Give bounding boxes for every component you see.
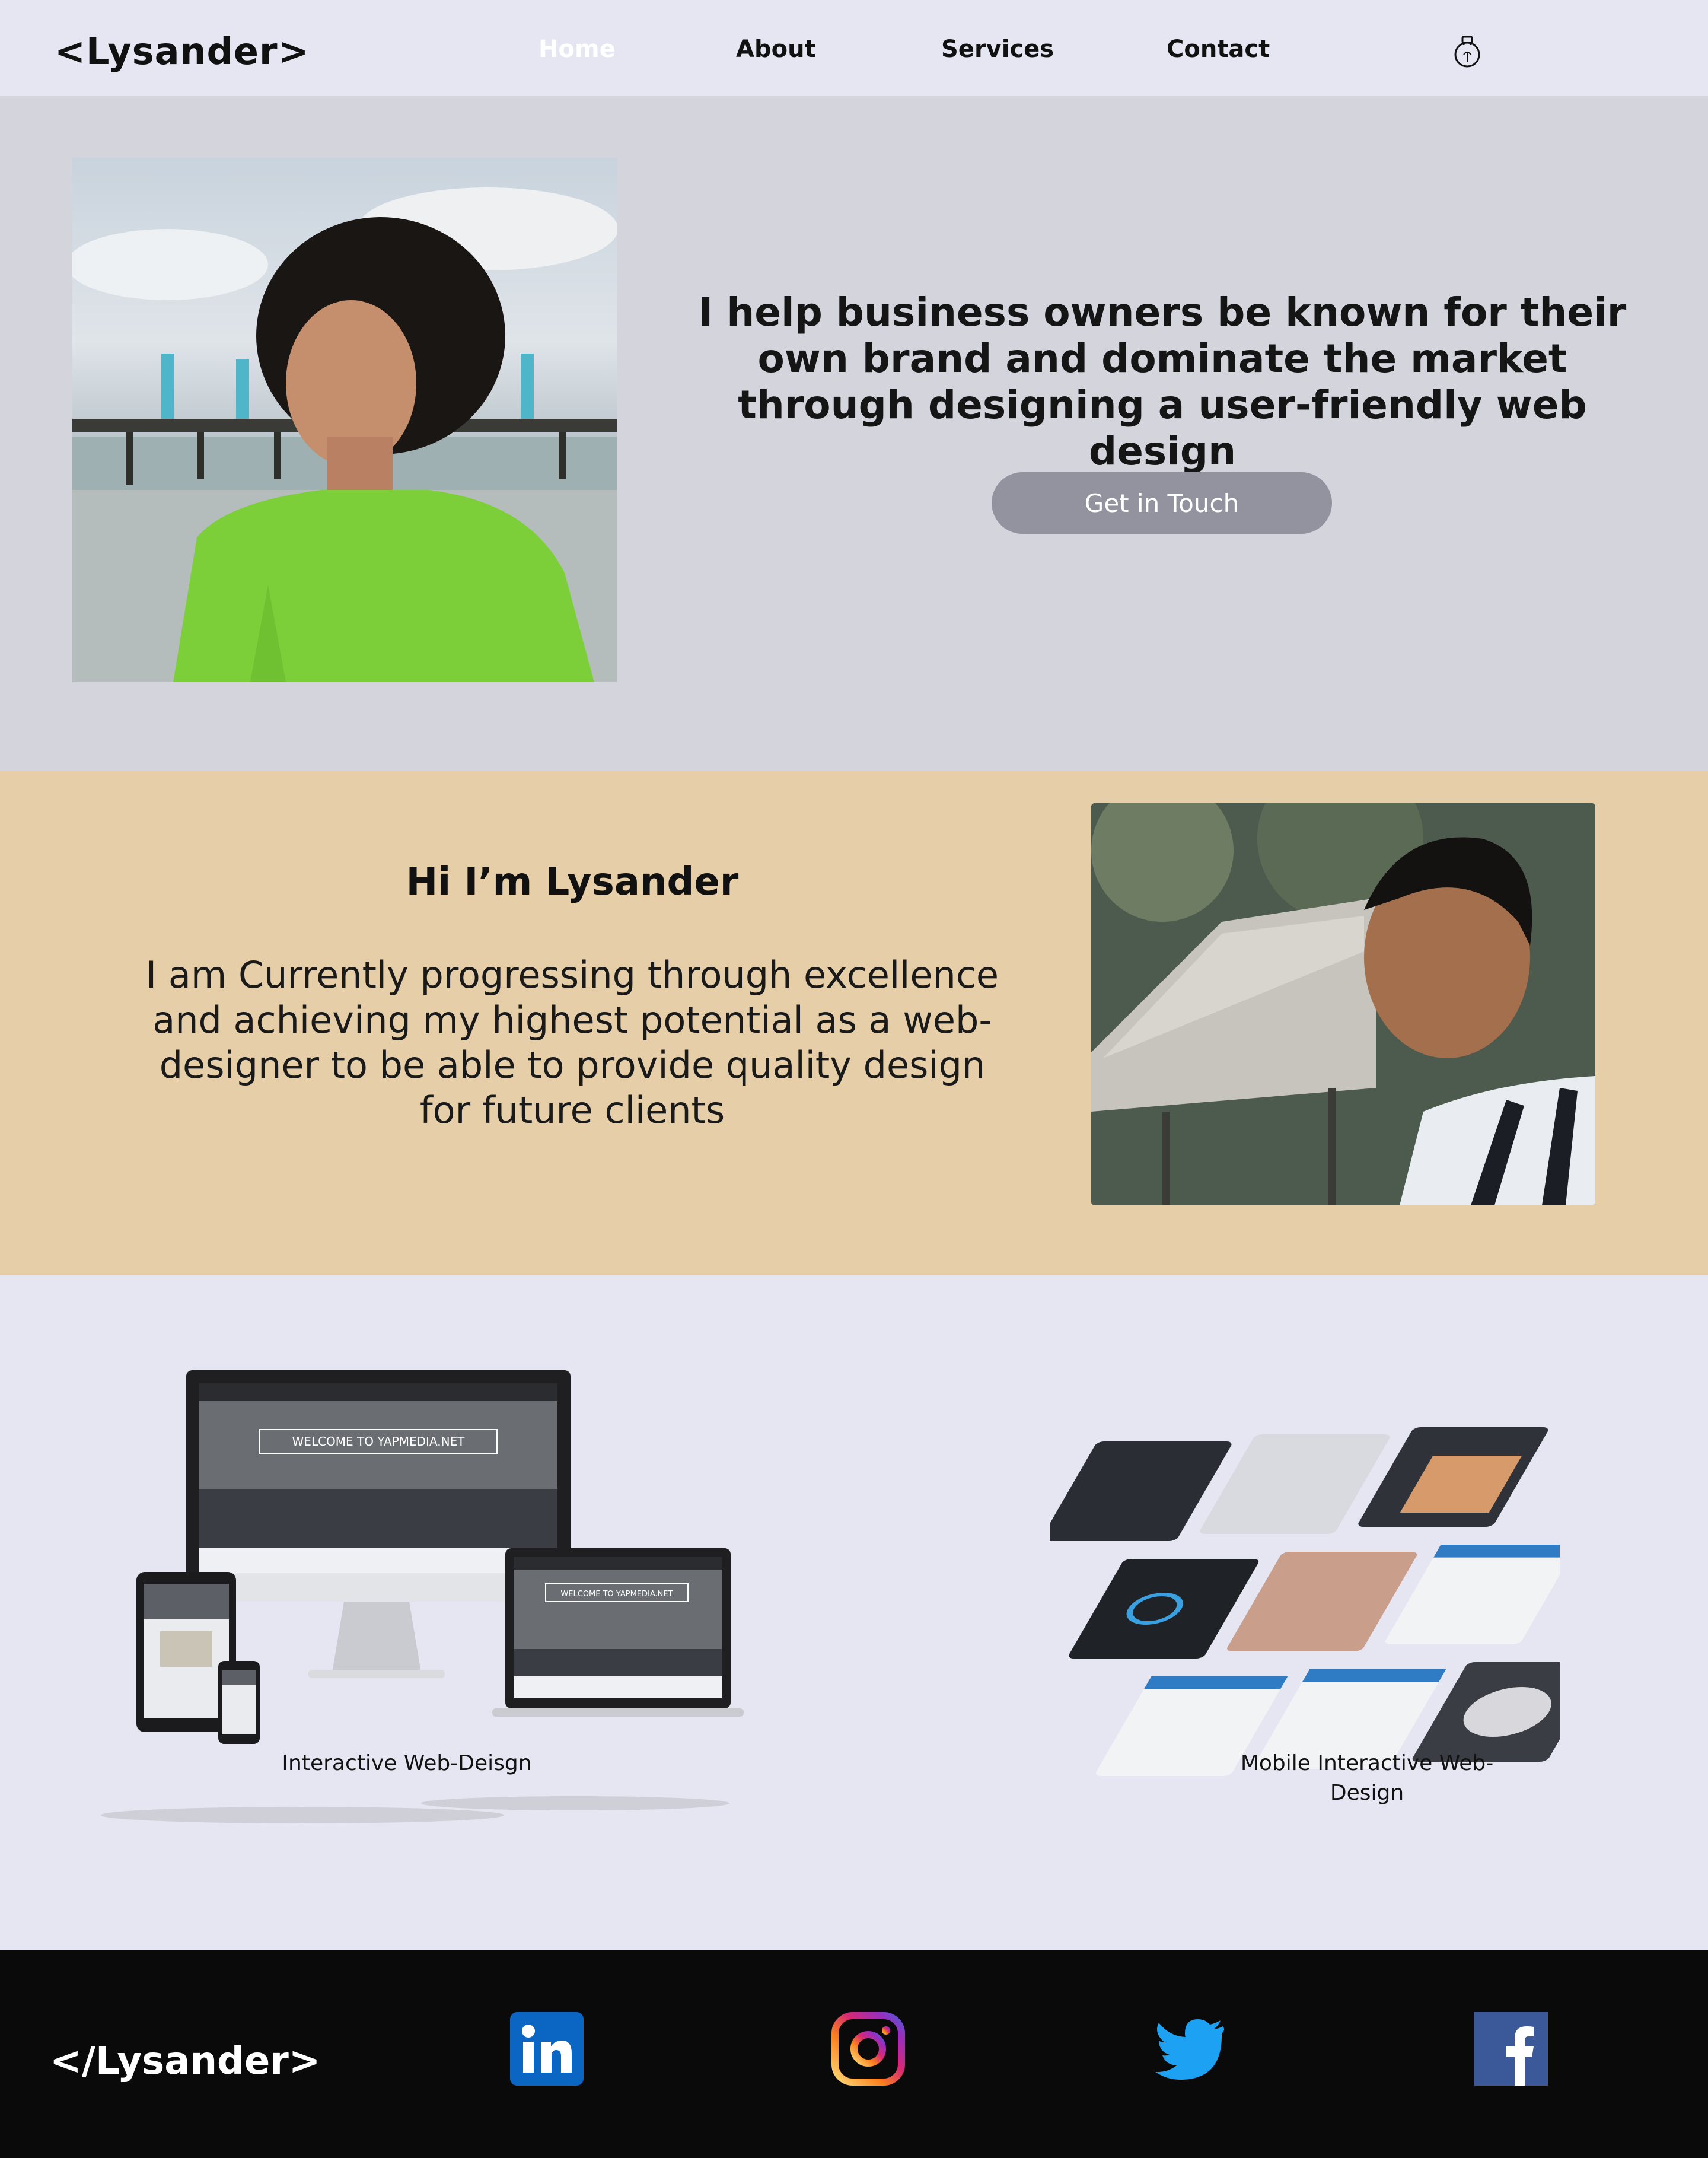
get-in-touch-button[interactable]: Get in Touch bbox=[992, 472, 1332, 534]
facebook-icon[interactable] bbox=[1474, 2012, 1548, 2086]
footer-logo[interactable]: </Lysander> bbox=[50, 2039, 320, 2083]
navbar: <Lysander> Home About Services Contact bbox=[0, 0, 1708, 96]
service-caption-web-design: Interactive Web-Deisgn bbox=[282, 1751, 532, 1775]
hero-section: I help business owners be known for thei… bbox=[0, 96, 1708, 771]
twitter-icon[interactable] bbox=[1153, 2012, 1226, 2086]
mockup-laptop-welcome-text: WELCOME TO YAPMEDIA.NET bbox=[560, 1590, 673, 1599]
about-portrait-photo bbox=[1091, 803, 1595, 1205]
lightbulb-icon[interactable] bbox=[1448, 34, 1486, 72]
footer: </Lysander> bbox=[0, 1950, 1708, 2158]
services-section: WELCOME TO YAPMEDIA.NET WELCOME TO YAPME… bbox=[0, 1275, 1708, 1950]
nav-link-contact[interactable]: Contact bbox=[1167, 36, 1270, 63]
hero-headline: I help business owners be known for thei… bbox=[698, 289, 1627, 474]
about-title: Hi I’m Lysander bbox=[406, 860, 739, 904]
service-caption-mobile-design: Mobile Interactive Web-Design bbox=[1240, 1751, 1494, 1805]
hero-portrait-photo bbox=[72, 158, 617, 682]
about-section: Hi I’m Lysander I am Currently progressi… bbox=[0, 771, 1708, 1275]
instagram-icon[interactable] bbox=[831, 2012, 905, 2086]
linkedin-icon[interactable] bbox=[510, 2012, 584, 2086]
nav-link-services[interactable]: Services bbox=[941, 36, 1054, 63]
about-body: I am Currently progressing through excel… bbox=[145, 953, 999, 1132]
mockup-welcome-text: WELCOME TO YAPMEDIA.NET bbox=[292, 1434, 466, 1449]
nav-link-home[interactable]: Home bbox=[538, 36, 616, 63]
nav-link-about[interactable]: About bbox=[736, 36, 816, 63]
site-logo[interactable]: <Lysander> bbox=[55, 30, 310, 73]
